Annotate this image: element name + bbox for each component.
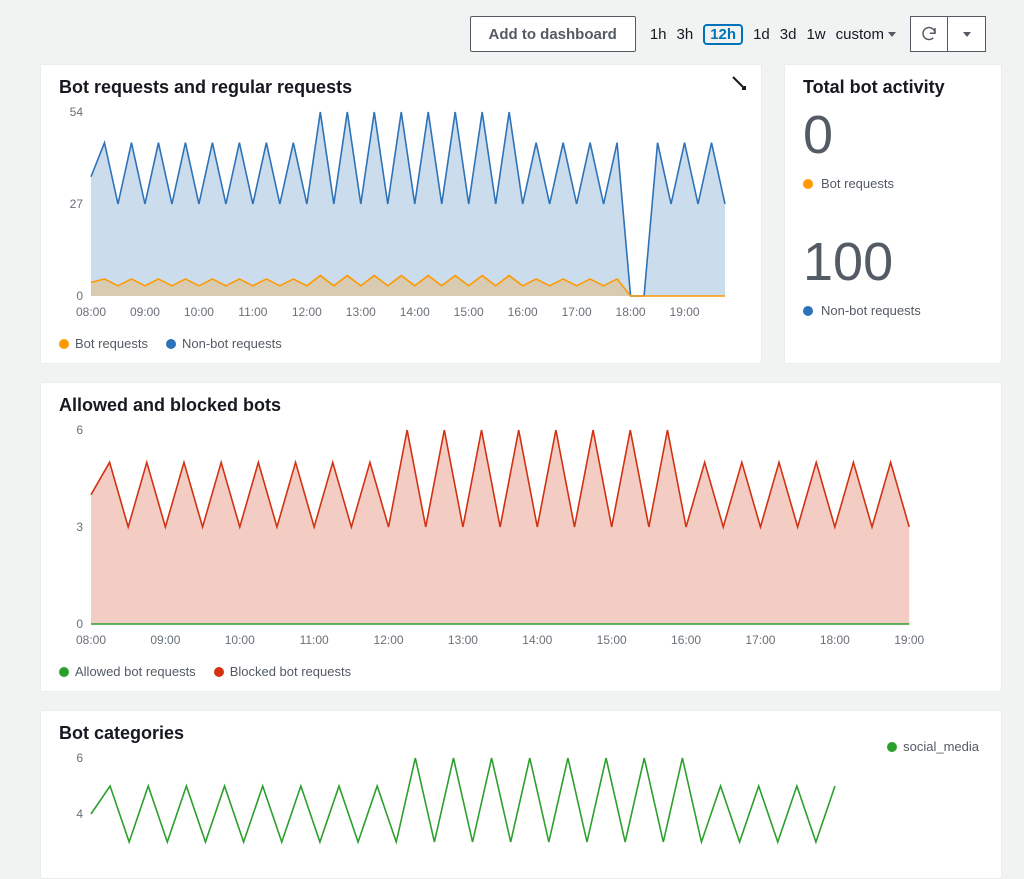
svg-text:6: 6 [76, 751, 83, 765]
refresh-button[interactable] [910, 16, 948, 52]
svg-text:3: 3 [76, 520, 83, 534]
chart2-title: Allowed and blocked bots [41, 383, 1001, 420]
caret-down-icon [963, 32, 971, 37]
card-bot-vs-regular: Bot requests and regular requests 027540… [40, 64, 762, 364]
options-icon[interactable] [731, 75, 747, 96]
period-1h[interactable]: 1h [650, 26, 667, 43]
legend-allowed: Allowed bot requests [59, 664, 196, 679]
period-custom-label: custom [836, 26, 884, 43]
svg-text:13:00: 13:00 [448, 633, 478, 647]
top-toolbar: Add to dashboard 1h 3h 12h 1d 3d 1w cust… [0, 0, 1024, 64]
period-custom[interactable]: custom [836, 26, 896, 43]
refresh-icon [920, 25, 938, 43]
svg-text:10:00: 10:00 [184, 305, 214, 319]
chart3-title: Bot categories [41, 711, 1001, 748]
svg-text:13:00: 13:00 [346, 305, 376, 319]
svg-text:11:00: 11:00 [300, 633, 329, 647]
activity-bot-number: 0 [803, 104, 983, 166]
svg-text:12:00: 12:00 [292, 305, 322, 319]
activity-title: Total bot activity [785, 65, 1001, 102]
refresh-dropdown-button[interactable] [948, 16, 986, 52]
svg-text:54: 54 [70, 105, 84, 119]
svg-text:27: 27 [70, 197, 84, 211]
svg-text:14:00: 14:00 [400, 305, 430, 319]
svg-text:4: 4 [76, 807, 83, 821]
card-bot-categories: Bot categories social_media 46 [40, 710, 1002, 879]
chart2-legend: Allowed bot requests Blocked bot request… [41, 660, 1001, 691]
caret-down-icon [888, 32, 896, 37]
svg-text:17:00: 17:00 [562, 305, 592, 319]
svg-text:18:00: 18:00 [616, 305, 646, 319]
activity-nonbot-number: 100 [803, 231, 983, 293]
svg-text:08:00: 08:00 [76, 633, 106, 647]
activity-nonbot-label: Non-bot requests [803, 303, 983, 318]
refresh-group [910, 16, 986, 52]
svg-text:10:00: 10:00 [225, 633, 255, 647]
svg-text:17:00: 17:00 [745, 633, 775, 647]
legend-nonbot-requests: Non-bot requests [166, 336, 282, 351]
period-3h[interactable]: 3h [677, 26, 694, 43]
svg-text:12:00: 12:00 [374, 633, 404, 647]
chart1-title: Bot requests and regular requests [41, 65, 761, 102]
period-3d[interactable]: 3d [780, 26, 797, 43]
legend-bot-requests: Bot requests [59, 336, 148, 351]
period-selector: 1h 3h 12h 1d 3d 1w custom [650, 24, 896, 45]
svg-text:18:00: 18:00 [820, 633, 850, 647]
svg-text:09:00: 09:00 [150, 633, 180, 647]
chart1-plot[interactable]: 0 27 54 08:00 09:00 10:00 11:00 12:00 13:00 14:00… [55, 102, 735, 322]
svg-text:14:00: 14:00 [522, 633, 552, 647]
card-allowed-blocked: Allowed and blocked bots 0 3 6 08:00 09:00 10… [40, 382, 1002, 692]
add-to-dashboard-button[interactable]: Add to dashboard [470, 16, 636, 52]
svg-text:08:00: 08:00 [76, 305, 106, 319]
svg-text:15:00: 15:00 [454, 305, 484, 319]
chart1-legend: Bot requests Non-bot requests [41, 332, 761, 363]
svg-text:09:00: 09:00 [130, 305, 160, 319]
svg-text:16:00: 16:00 [508, 305, 538, 319]
chart3-plot[interactable]: 46 [55, 748, 845, 868]
svg-text:15:00: 15:00 [597, 633, 627, 647]
period-1d[interactable]: 1d [753, 26, 770, 43]
svg-text:0: 0 [76, 289, 83, 303]
svg-text:16:00: 16:00 [671, 633, 701, 647]
chart2-plot[interactable]: 0 3 6 08:00 09:00 10:00 11:00 12:00 13:00 14:00 15… [55, 420, 975, 650]
svg-text:6: 6 [76, 423, 83, 437]
svg-text:19:00: 19:00 [894, 633, 924, 647]
activity-bot-label: Bot requests [803, 176, 983, 191]
legend-blocked: Blocked bot requests [214, 664, 351, 679]
card-total-bot-activity: Total bot activity 0 Bot requests 100 No… [784, 64, 1002, 364]
period-12h[interactable]: 12h [703, 24, 743, 45]
svg-text:11:00: 11:00 [238, 305, 267, 319]
svg-text:0: 0 [76, 617, 83, 631]
svg-text:19:00: 19:00 [670, 305, 700, 319]
period-1w[interactable]: 1w [806, 26, 825, 43]
